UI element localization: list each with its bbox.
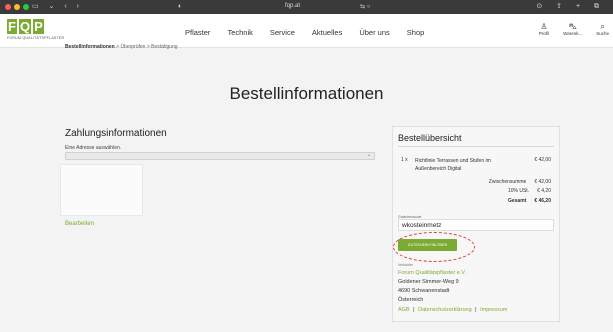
site-header: F Q P FORUM QUALITÄTSPFLASTER Pflaster T… — [0, 14, 613, 48]
seller-country: Österreich — [398, 297, 424, 303]
profile-label: Profil — [538, 31, 550, 36]
reader-icon[interactable]: ⇆ ○ — [360, 3, 370, 10]
browser-action-icons[interactable]: ⊙ ⇪ + ⧉ — [536, 2, 605, 11]
search-button[interactable]: ⌕ Suche — [596, 22, 609, 36]
total-value: € 46,20 — [534, 198, 551, 204]
main-nav: Pflaster Technik Service Aktuelles Über … — [185, 28, 441, 37]
legal-links: AGB | Datenschutzerklärung | Impressum — [398, 307, 507, 313]
tax-label: 10% USt. — [507, 188, 530, 194]
cart-icon: ⛍ — [568, 22, 577, 31]
browser-nav-buttons[interactable]: ▭ ⌄ ‹ › — [32, 2, 83, 10]
seller-label: Verkäufer — [398, 263, 413, 267]
item-price: € 42,00 — [534, 157, 551, 163]
minimize-window-button[interactable] — [14, 4, 20, 10]
nav-item-service[interactable]: Service — [270, 28, 295, 37]
nav-item-technik[interactable]: Technik — [227, 28, 252, 37]
address-select-label: Eine Adresse auswählen. — [65, 145, 122, 151]
profile-button[interactable]: ♙ Profil — [539, 22, 549, 36]
tax-value: € 4,20 — [537, 188, 551, 194]
breadcrumb: Bestellinformationen > Überprüfen > Best… — [65, 44, 178, 50]
logo-letter: Q — [18, 19, 32, 34]
close-window-button[interactable] — [5, 4, 11, 10]
nav-item-pflaster[interactable]: Pflaster — [185, 28, 210, 37]
browser-toolbar: ▭ ⌄ ‹ › ◐ fqp.at ⇆ ○ ⊙ ⇪ + ⧉ — [0, 0, 613, 14]
breadcrumb-current: Bestellinformationen — [65, 44, 115, 50]
edit-address-link[interactable]: Bearbeiten — [65, 221, 94, 227]
total-row: Gesamt € 46,20 — [508, 198, 551, 204]
address-bar[interactable]: fqp.at — [285, 3, 300, 9]
item-quantity: 1 x — [401, 157, 408, 163]
breadcrumb-separator: > — [146, 44, 150, 50]
window-controls[interactable] — [5, 4, 29, 10]
site-logo[interactable]: F Q P FORUM QUALITÄTSPFLASTER — [7, 19, 71, 43]
breadcrumb-step-confirm[interactable]: Bestätigung — [151, 44, 177, 50]
link-separator: | — [413, 307, 415, 313]
subtotal-value: € 42,00 — [534, 179, 551, 185]
subtotal-row: Zwischensumme € 42,00 — [489, 179, 551, 185]
address-select[interactable]: ⌄ — [65, 152, 375, 160]
total-label: Gesamt — [507, 198, 527, 204]
voucher-input[interactable]: wkosteinmetz — [398, 219, 554, 231]
privacy-icon[interactable]: ◐ — [178, 3, 182, 10]
maximize-window-button[interactable] — [23, 4, 29, 10]
redeem-voucher-button[interactable]: GUTSCHEIN EINLÖSEN — [398, 239, 457, 251]
order-summary-title: Bestellübersicht — [398, 133, 462, 143]
logo-letter: F — [7, 19, 17, 34]
logo-subtitle: FORUM QUALITÄTSPFLASTER — [7, 36, 65, 40]
logo-mark: F Q P — [7, 19, 71, 34]
agb-link[interactable]: AGB — [398, 307, 410, 313]
breadcrumb-step-review[interactable]: Überprüfen — [120, 44, 145, 50]
seller-name-link[interactable]: Forum Qualitätspflaster e.V. — [398, 270, 466, 276]
seller-city: 4690 Schwanenstadt — [398, 288, 450, 294]
seller-street: Goldener Simmer-Weg 9 — [398, 279, 459, 285]
cart-button[interactable]: ⛍ Warenk... — [563, 22, 582, 36]
link-separator: | — [475, 307, 477, 313]
breadcrumb-separator: > — [116, 44, 120, 50]
privacy-link[interactable]: Datenschutzerklärung — [418, 307, 472, 313]
divider — [398, 146, 554, 147]
nav-item-aktuelles[interactable]: Aktuelles — [312, 28, 342, 37]
subtotal-label: Zwischensumme — [488, 179, 527, 185]
imprint-link[interactable]: Impressum — [480, 307, 507, 313]
search-icon: ⌕ — [600, 22, 605, 31]
order-summary-panel: Bestellübersicht 1 x Richtlinie Terrasse… — [392, 126, 560, 322]
search-label: Suche — [596, 31, 609, 36]
nav-item-shop[interactable]: Shop — [407, 28, 425, 37]
cart-label: Warenk... — [563, 31, 583, 36]
profile-icon: ♙ — [540, 22, 548, 31]
item-name: Richtlinie Terrassen und Stufen im Außen… — [415, 158, 491, 172]
chevron-down-icon: ⌄ — [366, 152, 371, 158]
tax-row: 10% USt. € 4,20 — [508, 188, 551, 194]
nav-item-ueber-uns[interactable]: Über uns — [359, 28, 389, 37]
page-title: Bestellinformationen — [229, 84, 384, 103]
payment-section-title: Zahlungsinformationen — [65, 128, 167, 139]
header-actions: ♙ Profil ⛍ Warenk... ⌕ Suche — [539, 22, 609, 36]
logo-letter: P — [33, 19, 44, 34]
address-card — [60, 164, 143, 216]
